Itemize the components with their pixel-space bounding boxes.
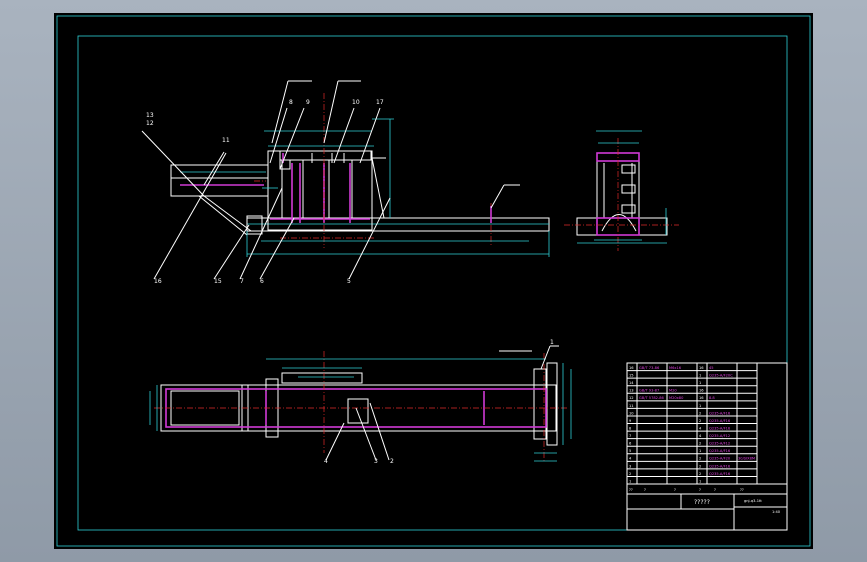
- bom-material: Q235-A/F20C: [709, 374, 733, 378]
- bom-no: 6: [629, 442, 632, 446]
- bom-no: 2: [629, 472, 631, 476]
- bom-material: Q235-A/F20: [709, 457, 731, 461]
- part-label: 2: [390, 458, 394, 465]
- bom-no: 8: [629, 426, 632, 430]
- part-labels: 1312 11 8 9 10 17 16 15 7 6 5 1 4 3 2: [146, 99, 554, 465]
- bom-name: M6x16: [669, 366, 682, 370]
- top-view: [149, 345, 572, 462]
- part-label: 9: [306, 99, 310, 106]
- bom-header-cell: ?: [699, 488, 701, 492]
- bom-code: GB/T 73-86: [639, 366, 660, 370]
- bom-material: Q235-A/F16: [709, 449, 731, 453]
- bom-qty: 2: [699, 411, 701, 415]
- bom-name: M20x80: [669, 396, 684, 400]
- bom-qty: 2: [699, 464, 701, 468]
- bom-table: 16 GB/T 73-86 M6x16 16 4515 1 Q235-A/F20C14 113…: [626, 363, 781, 514]
- part-label: 4: [324, 458, 328, 465]
- bom-note: 30/SIX8M: [738, 457, 755, 461]
- front-view: [141, 80, 550, 280]
- bom-header-cell: ?: [674, 488, 676, 492]
- bom-material: 8.8: [709, 396, 715, 400]
- bom-qty: 4: [699, 434, 702, 438]
- bom-material: Q235-A/F12: [709, 442, 730, 446]
- part-label: 17: [376, 99, 384, 106]
- bom-code: GB/T 93-87: [639, 389, 659, 393]
- side-view: [564, 130, 679, 251]
- part-label: 11: [222, 137, 230, 144]
- bom-qty: 16: [699, 366, 704, 370]
- part-label: 7: [240, 278, 244, 285]
- bom-no: 7: [629, 434, 631, 438]
- bom-material: Q235-A/F12: [709, 434, 730, 438]
- part-label: 5: [347, 278, 351, 285]
- bom-header-cell: ??: [740, 488, 744, 492]
- bom-qty: 1: [699, 381, 701, 385]
- bom-no: 5: [629, 449, 631, 453]
- bom-no: 16: [629, 366, 634, 370]
- bom-header-cell: ?: [714, 488, 716, 492]
- bom-material: Q235-A/F16: [709, 472, 731, 476]
- bom-qty: 4: [699, 426, 702, 430]
- part-label: 6: [260, 278, 264, 285]
- part-label: 16: [154, 278, 162, 285]
- part-label: 13: [146, 112, 154, 119]
- bom-qty: 2: [699, 472, 701, 476]
- bom-code: GB/T 5782-86: [639, 396, 665, 400]
- bom-material: Q235-A/F16: [709, 411, 731, 415]
- bom-name: M20: [669, 389, 677, 393]
- bom-no: 4: [629, 457, 632, 461]
- part-label: 12: [146, 120, 154, 127]
- title-block: 16 GB/T 73-86 M6x16 16 4515 1 Q235-A/F20C14 113…: [626, 362, 788, 531]
- drawing-name: ?????: [694, 499, 710, 506]
- inner-frame: [77, 35, 788, 531]
- bom-no: 12: [629, 396, 634, 400]
- part-label: 15: [214, 278, 222, 285]
- bom-material: Q235-A/F16: [709, 419, 731, 423]
- bom-no: 9: [629, 419, 632, 423]
- part-label: 10: [352, 99, 360, 106]
- bom-qty: 1: [699, 404, 701, 408]
- bom-header-cell: ??: [629, 488, 633, 492]
- bom-qty: 1: [699, 479, 701, 483]
- part-label: 8: [289, 99, 293, 106]
- bom-qty: 2: [699, 419, 701, 423]
- cad-drawing-viewport[interactable]: 16 GB/T 73-86 M6x16 16 45 15 1 Q235-A/F20C 14 1 13…: [54, 13, 813, 549]
- bom-qty: 2: [699, 442, 701, 446]
- drawing-number: gnj-q3-1tt: [744, 499, 762, 503]
- bom-no: 15: [629, 374, 634, 378]
- bom-no: 10: [629, 411, 634, 415]
- bom-material: 45: [709, 366, 714, 370]
- bom-material: Q235-A/F16: [709, 464, 731, 468]
- bom-no: 13: [629, 389, 634, 393]
- part-label: 3: [374, 458, 378, 465]
- bom-qty: 16: [699, 396, 704, 400]
- bom-qty: 2: [699, 457, 701, 461]
- bom-material: Q235-A/F16: [709, 426, 731, 430]
- bom-qty: 16: [699, 389, 704, 393]
- bom-no: 14: [629, 381, 634, 385]
- part-label: 1: [550, 339, 554, 346]
- cad-drawing: 16 GB/T 73-86 M6x16 16 4515 1 Q235-A/F20C14 113…: [56, 15, 811, 547]
- bom-no: 1: [629, 479, 631, 483]
- bom-no: 3: [629, 464, 631, 468]
- bom-qty: 1: [699, 449, 701, 453]
- drawing-scale: 1:40: [772, 510, 781, 514]
- bom-no: 11: [629, 404, 634, 408]
- bom-header-cell: ?: [644, 488, 646, 492]
- bom-qty: 1: [699, 374, 701, 378]
